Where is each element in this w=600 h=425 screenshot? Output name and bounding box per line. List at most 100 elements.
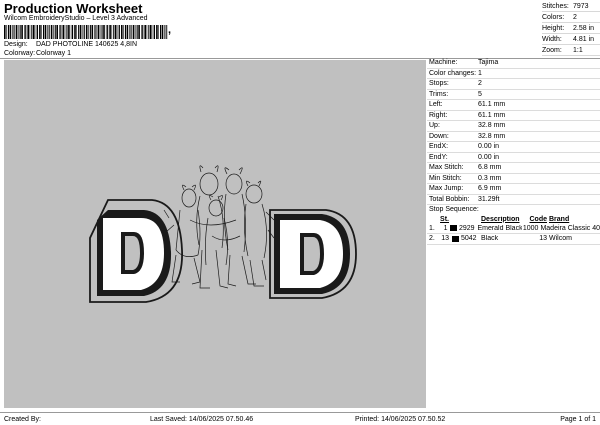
machine-info-value: 32.8 mm [478,122,505,129]
barcode-bar [95,25,96,39]
machine-info-value: 2 [478,80,482,87]
machine-info-value: 5 [478,91,482,98]
machine-info-row: Stops:2 [427,79,600,90]
barcode-bar [90,25,91,39]
header-stitches: St. [437,216,452,223]
barcode-bar [92,25,94,39]
colorway-label: Colorway: [4,50,36,57]
page-footer: Created By: Last Saved: 14/06/2025 07.50… [0,412,600,425]
machine-info-row: Max Stitch:6.8 mm [427,163,600,174]
barcode-bar [84,25,85,39]
machine-info-row: Total Bobbin:31.29ft [427,195,600,206]
barcode-bar [10,25,12,39]
barcode-bar [65,25,66,39]
stat-row: Zoom:1:1 [542,45,600,56]
machine-info-label: Up: [427,122,478,129]
barcode-bar [119,25,120,39]
machine-info-label: EndX: [427,143,478,150]
machine-info-value: 0.3 mm [478,175,501,182]
machine-info-value: 6.9 mm [478,185,501,192]
barcode-bar [72,25,73,39]
barcode-bar [66,25,67,39]
color-swatch [452,236,459,242]
machine-info-value: 6.8 mm [478,164,501,171]
barcode-bar [8,25,9,39]
barcode-bar [121,25,123,39]
barcode [4,25,168,39]
machine-info-row: Right:61.1 mm [427,111,600,122]
machine-info-label: Right: [427,112,478,119]
barcode-bar [56,25,58,39]
barcode-bar [21,25,23,39]
machine-info-label: Machine: [427,59,478,66]
barcode-bar [141,25,142,39]
barcode-bar [74,25,76,39]
barcode-bar [12,25,13,39]
barcode-bar [45,25,47,39]
barcode-bar [16,25,18,39]
last-saved: Last Saved: 14/06/2025 07.50.46 [150,416,253,423]
machine-info-row: EndY:0.00 in [427,153,600,164]
barcode-bar [86,25,88,39]
barcode-bar [154,25,155,39]
design-value: DAD PHOTOLINE 140625 4,8IN [36,41,137,48]
machine-info-row: Down:32.8 mm [427,132,600,143]
machine-info-row: Trims:5 [427,90,600,101]
machine-info-label: Down: [427,133,478,140]
header-description: Description [481,216,529,223]
barcode-bar [18,25,19,39]
machine-info-value: 1 [478,70,482,77]
barcode-bar [129,25,130,39]
barcode-bar [55,25,56,39]
machine-info-label: Left: [427,101,478,108]
machine-info-label: Stops: [427,80,478,87]
barcode-bar [148,25,149,39]
barcode-bar [6,25,7,39]
barcode-bar [94,25,95,39]
barcode-bar [60,25,61,39]
barcode-bar [31,25,32,39]
software-subtitle: Wilcom EmbroideryStudio – Level 3 Advanc… [4,15,148,22]
barcode-bar [30,25,31,39]
barcode-bar [47,25,48,39]
table-row: 2. 13 5042 Black 13 Wilcom [427,234,600,245]
barcode-bar [118,25,119,39]
page-number: Page 1 of 1 [560,416,596,423]
barcode-bar [158,25,159,39]
colorway-row: Colorway:Colorway 1 [4,50,71,57]
stat-row: Colors:2 [542,12,600,23]
colorway-value: Colorway 1 [36,50,71,57]
machine-info-row: EndX:0.00 in [427,142,600,153]
machine-info-row: Color changes:1 [427,69,600,80]
stats-panel: Stitches:7973 Colors:2 Height:2.58 in Wi… [542,1,600,56]
barcode-bar [166,25,167,39]
barcode-bar [33,25,35,39]
stat-row: Width:4.81 in [542,34,600,45]
machine-info-value: 61.1 mm [478,112,505,119]
barcode-bar [150,25,152,39]
barcode-bar [76,25,77,39]
barcode-bar [109,25,111,39]
machine-info-value: 32.8 mm [478,133,505,140]
barcode-bar [59,25,60,39]
header-code: Code [529,216,549,223]
barcode-bar [138,25,140,39]
barcode-suffix: , [168,24,171,36]
barcode-bar [98,25,100,39]
page-title: Production Worksheet [4,1,142,16]
barcode-bar [115,25,117,39]
barcode-bar [41,25,42,39]
barcode-bar [123,25,124,39]
machine-info-value: 0.00 in [478,154,499,161]
machine-info-label: EndY: [427,154,478,161]
barcode-bar [27,25,29,39]
stop-sequence-header: St. Description Code Brand [427,215,600,224]
machine-info-row: Machine:Tajima [427,58,600,69]
machine-info-label: Max Jump: [427,185,478,192]
machine-info-label: Total Bobbin: [427,196,478,203]
barcode-bar [39,25,41,39]
barcode-bar [24,25,25,39]
barcode-bar [144,25,146,39]
barcode-bar [125,25,126,39]
barcode-bar [37,25,38,39]
